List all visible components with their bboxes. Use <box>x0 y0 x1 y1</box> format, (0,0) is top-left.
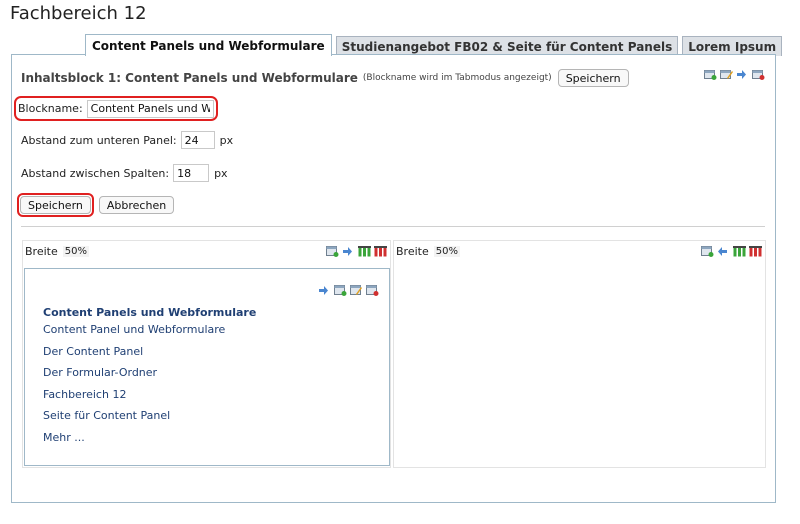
list-item-link[interactable]: Fachbereich 12 <box>43 388 126 401</box>
more-link[interactable]: Mehr ... <box>43 431 85 444</box>
columns-icon[interactable] <box>358 246 371 257</box>
list-item-link[interactable]: Der Formular-Ordner <box>43 366 157 379</box>
block-editor-panel: Inhaltsblock 1: Content Panels und Webfo… <box>11 54 776 503</box>
tab-bar: Content Panels und Webformulare Studiena… <box>85 34 786 56</box>
tab-content-panels[interactable]: Content Panels und Webformulare <box>85 34 332 56</box>
page-title: Fachbereich 12 <box>10 3 147 24</box>
blockname-field[interactable] <box>86 99 214 118</box>
move-right-icon[interactable] <box>318 285 331 296</box>
gap-columns-unit: px <box>214 166 228 180</box>
gap-bottom-field[interactable] <box>180 131 215 149</box>
block-header: Inhaltsblock 1: Content Panels und Webfo… <box>21 69 629 87</box>
divider <box>21 226 765 227</box>
add-block-icon[interactable] <box>704 69 717 80</box>
delete-block-icon[interactable] <box>752 69 765 80</box>
add-panel-icon[interactable] <box>701 246 714 257</box>
gap-columns-row: Abstand zwischen Spalten: px <box>21 164 228 182</box>
content-panel: Content Panels und Webformulare Content … <box>24 268 390 466</box>
add-panel-icon[interactable] <box>334 285 347 296</box>
delete-column-icon[interactable] <box>749 246 762 257</box>
save-highlight: Speichern <box>17 193 94 217</box>
delete-column-icon[interactable] <box>374 246 387 257</box>
block-hint: (Blockname wird im Tabmodus angezeigt) <box>362 73 552 83</box>
column-right-toolbar <box>701 246 762 257</box>
delete-panel-icon[interactable] <box>366 285 379 296</box>
column-right: Breite 50% <box>393 240 766 468</box>
add-panel-icon[interactable] <box>326 246 339 257</box>
move-right-icon[interactable] <box>342 246 355 257</box>
edit-panel-icon[interactable] <box>350 285 363 296</box>
list-item-link[interactable]: Seite für Content Panel <box>43 409 170 422</box>
blockname-row: Blockname: <box>14 96 218 121</box>
gap-bottom-unit: px <box>219 133 234 147</box>
tab-lorem-ipsum[interactable]: Lorem Ipsum <box>682 36 783 56</box>
width-label: Breite <box>25 245 58 258</box>
save-button[interactable]: Speichern <box>20 196 91 214</box>
gap-columns-label: Abstand zwischen Spalten: <box>21 166 170 180</box>
column-left-width: Breite 50% <box>25 245 89 258</box>
move-left-icon[interactable] <box>717 246 730 257</box>
column-left-toolbar <box>326 246 387 257</box>
gap-bottom-row: Abstand zum unteren Panel: px <box>21 131 233 149</box>
width-value[interactable]: 50% <box>62 246 89 257</box>
tab-studienangebot[interactable]: Studienangebot FB02 & Seite für Content … <box>335 36 679 56</box>
column-left: Breite 50% Content Panels und Webformula… <box>22 240 391 468</box>
width-value[interactable]: 50% <box>433 246 460 257</box>
columns-icon[interactable] <box>733 246 746 257</box>
block-toolbar <box>704 69 765 80</box>
block-title: Inhaltsblock 1: Content Panels und Webfo… <box>21 71 358 85</box>
width-label: Breite <box>396 245 429 258</box>
form-actions: Speichern Abbrechen <box>17 193 175 217</box>
list-item-link[interactable]: Der Content Panel <box>43 345 143 358</box>
list-item-link[interactable]: Content Panel und Webformulare <box>43 323 225 336</box>
move-right-icon[interactable] <box>736 69 749 80</box>
panel-toolbar <box>318 285 379 296</box>
column-right-width: Breite 50% <box>396 245 460 258</box>
panel-link-list: Content Panels und Webformulare Content … <box>43 301 256 447</box>
gap-columns-field[interactable] <box>173 164 210 182</box>
cancel-button[interactable]: Abbrechen <box>98 196 175 214</box>
edit-block-icon[interactable] <box>720 69 733 80</box>
block-save-button[interactable]: Speichern <box>557 69 629 87</box>
blockname-label: Blockname: <box>18 102 83 115</box>
gap-bottom-label: Abstand zum unteren Panel: <box>21 133 177 147</box>
